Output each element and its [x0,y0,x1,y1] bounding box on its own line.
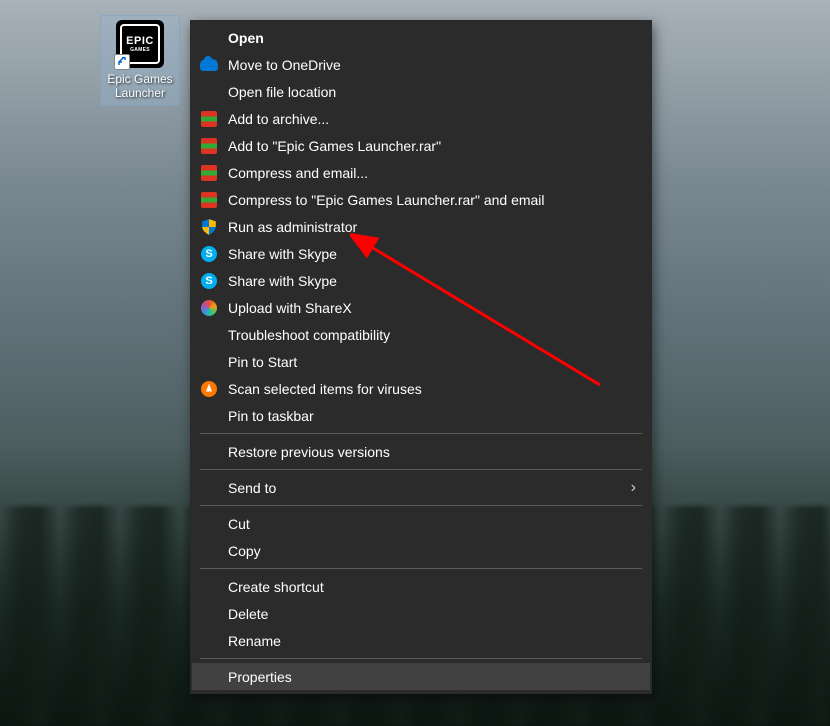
winrar-icon [200,110,218,128]
desktop-shortcut-epic-games[interactable]: EPIC GAMES Epic Games Launcher [100,15,180,106]
skype-icon: S [200,245,218,263]
chevron-right-icon: › [631,479,636,497]
menu-item-upload-with-sharex[interactable]: Upload with ShareX [192,294,650,321]
menu-item-label: Compress to "Epic Games Launcher.rar" an… [228,192,545,208]
menu-separator [200,658,642,659]
onedrive-icon [200,56,218,74]
menu-item-label: Cut [228,516,250,532]
epic-games-icon: EPIC GAMES [116,20,164,68]
menu-item-label: Open file location [228,84,336,100]
menu-item-restore-previous-versions[interactable]: Restore previous versions [192,438,650,465]
menu-item-label: Send to [228,480,276,496]
menu-item-compress-and-email[interactable]: Compress and email... [192,159,650,186]
menu-item-rename[interactable]: Rename [192,627,650,654]
menu-item-label: Move to OneDrive [228,57,341,73]
menu-separator [200,568,642,569]
uac-shield-icon [200,218,218,236]
menu-item-add-to-epic-games-launcher-rar[interactable]: Add to "Epic Games Launcher.rar" [192,132,650,159]
sharex-icon [200,299,218,317]
menu-item-create-shortcut[interactable]: Create shortcut [192,573,650,600]
menu-item-label: Restore previous versions [228,444,390,460]
menu-separator [200,433,642,434]
shortcut-overlay-icon [114,54,130,70]
winrar-icon [200,137,218,155]
menu-item-send-to[interactable]: Send to › [192,474,650,501]
menu-item-label: Delete [228,606,268,622]
menu-item-label: Troubleshoot compatibility [228,327,390,343]
epic-logo-text: EPIC [126,36,154,47]
menu-item-label: Copy [228,543,261,559]
menu-item-cut[interactable]: Cut [192,510,650,537]
avast-icon [200,380,218,398]
menu-item-copy[interactable]: Copy [192,537,650,564]
menu-item-label: Rename [228,633,281,649]
winrar-icon [200,191,218,209]
skype-icon: S [200,272,218,290]
menu-item-delete[interactable]: Delete [192,600,650,627]
menu-item-share-with-skype[interactable]: S Share with Skype [192,240,650,267]
menu-item-pin-to-taskbar[interactable]: Pin to taskbar [192,402,650,429]
menu-item-pin-to-start[interactable]: Pin to Start [192,348,650,375]
menu-item-label: Share with Skype [228,246,337,262]
menu-item-label: Compress and email... [228,165,368,181]
winrar-icon [200,164,218,182]
menu-item-label: Add to archive... [228,111,329,127]
epic-logo-subtext: GAMES [130,47,150,53]
menu-separator [200,469,642,470]
menu-item-run-as-administrator[interactable]: Run as administrator [192,213,650,240]
menu-item-properties[interactable]: Properties [192,663,650,690]
menu-item-label: Pin to taskbar [228,408,314,424]
menu-item-label: Create shortcut [228,579,324,595]
context-menu: Open Move to OneDrive Open file location Ad… [190,20,652,694]
menu-item-troubleshoot-compatibility[interactable]: Troubleshoot compatibility [192,321,650,348]
menu-item-label: Run as administrator [228,219,357,235]
menu-item-label: Share with Skype [228,273,337,289]
menu-item-add-to-archive[interactable]: Add to archive... [192,105,650,132]
menu-item-open[interactable]: Open [192,24,650,51]
menu-item-label: Properties [228,669,292,685]
menu-item-compress-to-epic-games-launcher-rar-and-email[interactable]: Compress to "Epic Games Launcher.rar" an… [192,186,650,213]
menu-item-move-to-onedrive[interactable]: Move to OneDrive [192,51,650,78]
desktop-icon-label: Epic Games Launcher [105,72,175,101]
menu-separator [200,505,642,506]
menu-item-open-file-location[interactable]: Open file location [192,78,650,105]
menu-item-share-with-skype[interactable]: S Share with Skype [192,267,650,294]
menu-item-label: Scan selected items for viruses [228,381,422,397]
menu-item-label: Pin to Start [228,354,297,370]
menu-item-label: Add to "Epic Games Launcher.rar" [228,138,441,154]
menu-item-scan-selected-items-for-viruses[interactable]: Scan selected items for viruses [192,375,650,402]
menu-item-label: Upload with ShareX [228,300,352,316]
menu-item-label: Open [228,30,264,46]
